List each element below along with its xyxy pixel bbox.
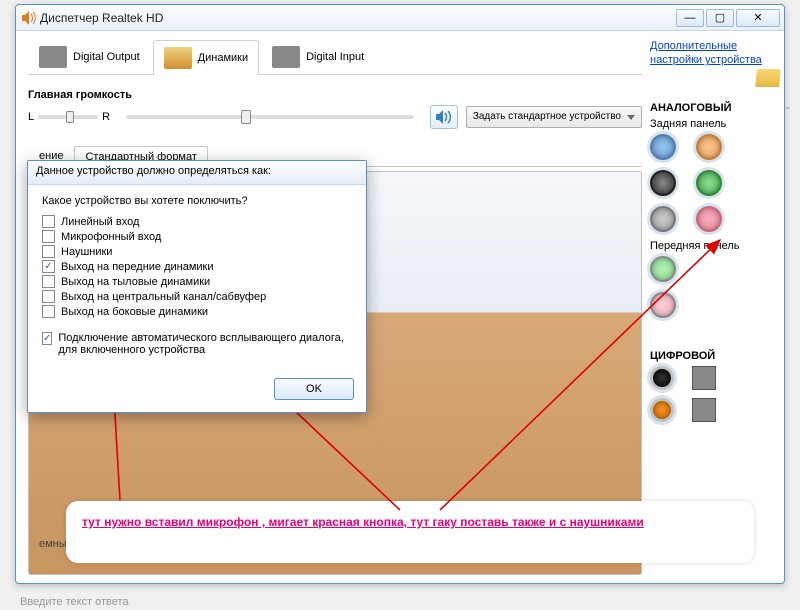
checkbox[interactable]: [42, 260, 55, 273]
annotation-text: тут нужно вставил микрофон , мигает крас…: [82, 515, 644, 529]
checkbox[interactable]: [42, 215, 55, 228]
titlebar[interactable]: Диспетчер Realtek HD — ▢ ✕: [16, 5, 784, 31]
front-panel-jacks: [650, 252, 772, 326]
option-label: Микрофонный вход: [61, 231, 161, 243]
reply-input-placeholder[interactable]: Введите текст ответа: [20, 596, 129, 608]
advanced-settings-link[interactable]: Дополнительные настройки устройства: [650, 39, 772, 68]
tab-label: Digital Output: [73, 51, 140, 63]
jack-front-out[interactable]: [696, 170, 722, 196]
jack-rear[interactable]: [650, 170, 676, 196]
ok-button[interactable]: OK: [274, 378, 354, 400]
checkbox[interactable]: [42, 275, 55, 288]
jack-optical-in[interactable]: [692, 398, 716, 422]
volume-slider[interactable]: [126, 115, 414, 119]
option-mic-in[interactable]: Микрофонный вход: [42, 230, 352, 243]
maximize-button[interactable]: ▢: [706, 9, 734, 27]
volume-group: Главная громкость L R Задать стандартное…: [28, 89, 642, 129]
chevron-down-icon: [627, 115, 635, 120]
digital-output-icon: [39, 46, 67, 68]
digital-heading: ЦИФРОВОЙ: [650, 350, 772, 362]
folder-icon[interactable]: [755, 69, 781, 87]
close-button[interactable]: ✕: [736, 9, 780, 27]
balance-control[interactable]: L R: [28, 111, 110, 123]
tab-label: Digital Input: [306, 51, 364, 63]
set-default-device-button[interactable]: Задать стандартное устройство: [466, 106, 642, 128]
option-headphones[interactable]: Наушники: [42, 245, 352, 258]
analog-heading: АНАЛОГОВЫЙ: [650, 102, 772, 114]
checkbox[interactable]: [42, 290, 55, 303]
option-label: Выход на передние динамики: [61, 261, 214, 273]
speakers-icon: [164, 47, 192, 69]
jack-front-headphone[interactable]: [650, 256, 676, 282]
back-panel-label: Задняя панель: [650, 118, 772, 130]
window-title: Диспетчер Realtek HD: [40, 11, 676, 25]
front-panel-label: Передняя панель: [650, 240, 772, 252]
option-label: Выход на боковые динамики: [61, 306, 208, 318]
minimize-button[interactable]: —: [676, 9, 704, 27]
balance-right-label: R: [102, 111, 110, 123]
jack-mic[interactable]: [696, 206, 722, 232]
auto-popup-label: Подключение автоматического всплывающего…: [58, 332, 352, 356]
tab-label: Динамики: [198, 52, 248, 64]
device-tabs: Digital Output Динамики Digital Input: [28, 39, 642, 75]
mute-button[interactable]: [430, 105, 458, 129]
digital-input-icon: [272, 46, 300, 68]
option-rear-speakers[interactable]: Выход на тыловые динамики: [42, 275, 352, 288]
balance-left-label: L: [28, 111, 34, 123]
side-panel: Дополнительные настройки устройства АНАЛ…: [642, 39, 772, 575]
jack-line-in[interactable]: [650, 134, 676, 160]
option-front-speakers[interactable]: Выход на передние динамики: [42, 260, 352, 273]
sound-icon: [435, 109, 453, 125]
option-label: Выход на центральный канал/сабвуфер: [61, 291, 266, 303]
auto-popup-checkbox[interactable]: [42, 332, 52, 345]
jack-front-mic[interactable]: [650, 292, 676, 318]
tab-speakers[interactable]: Динамики: [153, 40, 259, 75]
option-label: Линейный вход: [61, 216, 139, 228]
speaker-icon: [20, 10, 36, 26]
jack-side[interactable]: [650, 206, 676, 232]
option-label: Наушники: [61, 246, 112, 258]
jack-center-sub[interactable]: [696, 134, 722, 160]
option-label: Выход на тыловые динамики: [61, 276, 210, 288]
jack-spdif-in[interactable]: [650, 398, 674, 422]
volume-thumb[interactable]: [241, 110, 251, 124]
user-annotation-bubble: тут нужно вставил микрофон , мигает крас…: [66, 501, 754, 563]
device-detection-dialog: Данное устройство должно определяться ка…: [27, 160, 367, 413]
checkbox[interactable]: [42, 305, 55, 318]
option-center-sub[interactable]: Выход на центральный канал/сабвуфер: [42, 290, 352, 303]
default-device-label: Задать стандартное устройство: [473, 111, 621, 123]
option-side-speakers[interactable]: Выход на боковые динамики: [42, 305, 352, 318]
digital-jacks: [650, 366, 772, 422]
back-panel-jacks: [650, 130, 772, 240]
tab-digital-output[interactable]: Digital Output: [28, 39, 151, 74]
jack-spdif-out[interactable]: [650, 366, 674, 390]
balance-thumb[interactable]: [66, 111, 74, 123]
tab-digital-input[interactable]: Digital Input: [261, 39, 375, 74]
option-line-in[interactable]: Линейный вход: [42, 215, 352, 228]
jack-optical-out[interactable]: [692, 366, 716, 390]
volume-heading: Главная громкость: [28, 89, 642, 101]
checkbox[interactable]: [42, 245, 55, 258]
checkbox[interactable]: [42, 230, 55, 243]
dialog-question: Какое устройство вы хотете поключить?: [42, 195, 352, 207]
dialog-title[interactable]: Данное устройство должно определяться ка…: [28, 161, 366, 185]
